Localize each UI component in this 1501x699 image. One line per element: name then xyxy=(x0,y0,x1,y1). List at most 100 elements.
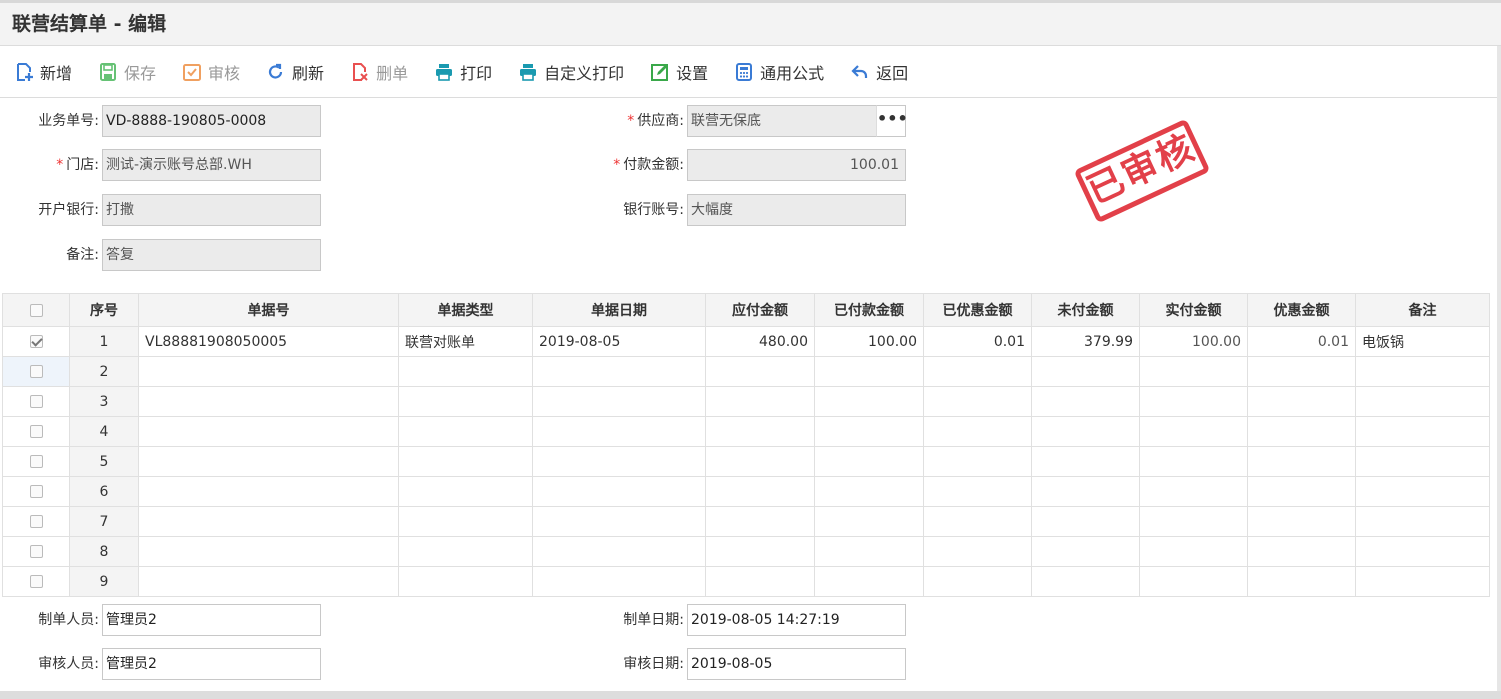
empty-cell[interactable] xyxy=(138,446,399,477)
empty-cell[interactable] xyxy=(814,476,924,507)
empty-cell[interactable] xyxy=(1139,476,1248,507)
empty-cell[interactable] xyxy=(1355,356,1490,387)
audit-button[interactable]: 审核 xyxy=(182,60,240,84)
empty-cell[interactable] xyxy=(1031,566,1140,597)
cell-actual[interactable]: 100.00 xyxy=(1139,326,1248,357)
table-row[interactable]: 5 xyxy=(2,446,1490,477)
formula-button[interactable]: 通用公式 xyxy=(734,60,824,84)
row-checkbox[interactable] xyxy=(2,446,70,477)
empty-cell[interactable] xyxy=(1247,386,1356,417)
cell-remark[interactable]: 电饭锅 xyxy=(1355,326,1490,357)
empty-cell[interactable] xyxy=(1355,536,1490,567)
empty-cell[interactable] xyxy=(705,446,815,477)
maker-field[interactable]: 管理员2 xyxy=(102,604,321,636)
empty-cell[interactable] xyxy=(398,476,533,507)
empty-cell[interactable] xyxy=(138,476,399,507)
empty-cell[interactable] xyxy=(532,476,706,507)
empty-cell[interactable] xyxy=(705,536,815,567)
row-checkbox[interactable] xyxy=(2,536,70,567)
table-row[interactable]: 4 xyxy=(2,416,1490,447)
cell-doc-no[interactable]: VL88881908050005 xyxy=(138,326,399,357)
table-row[interactable]: 3 xyxy=(2,386,1490,417)
bill-no-field[interactable]: VD-8888-190805-0008 xyxy=(102,105,321,137)
empty-cell[interactable] xyxy=(923,356,1032,387)
empty-cell[interactable] xyxy=(705,476,815,507)
empty-cell[interactable] xyxy=(1031,476,1140,507)
empty-cell[interactable] xyxy=(138,386,399,417)
empty-cell[interactable] xyxy=(923,386,1032,417)
empty-cell[interactable] xyxy=(1355,386,1490,417)
empty-cell[interactable] xyxy=(923,566,1032,597)
empty-cell[interactable] xyxy=(138,506,399,537)
bank-field[interactable]: 打撒 xyxy=(102,194,321,226)
empty-cell[interactable] xyxy=(1247,476,1356,507)
empty-cell[interactable] xyxy=(1247,506,1356,537)
empty-cell[interactable] xyxy=(532,416,706,447)
empty-cell[interactable] xyxy=(1355,446,1490,477)
empty-cell[interactable] xyxy=(814,356,924,387)
empty-cell[interactable] xyxy=(1031,536,1140,567)
empty-cell[interactable] xyxy=(398,566,533,597)
add-button[interactable]: 新增 xyxy=(14,60,72,84)
auditor-field[interactable]: 管理员2 xyxy=(102,648,321,680)
empty-cell[interactable] xyxy=(138,356,399,387)
table-row[interactable]: 2 xyxy=(2,356,1490,387)
supplier-more-button[interactable]: ••• xyxy=(876,105,908,137)
row-checkbox[interactable] xyxy=(2,356,70,387)
empty-cell[interactable] xyxy=(1247,566,1356,597)
empty-cell[interactable] xyxy=(1355,476,1490,507)
empty-cell[interactable] xyxy=(1355,416,1490,447)
cell-discounted[interactable]: 0.01 xyxy=(923,326,1032,357)
empty-cell[interactable] xyxy=(923,446,1032,477)
empty-cell[interactable] xyxy=(1139,386,1248,417)
empty-cell[interactable] xyxy=(1031,416,1140,447)
table-row[interactable]: 1 VL88881908050005 联营对账单 2019-08-05 480.… xyxy=(2,326,1490,357)
empty-cell[interactable] xyxy=(1247,416,1356,447)
row-checkbox[interactable] xyxy=(2,326,70,357)
table-row[interactable]: 6 xyxy=(2,476,1490,507)
empty-cell[interactable] xyxy=(398,416,533,447)
settings-button[interactable]: 设置 xyxy=(650,60,708,84)
empty-cell[interactable] xyxy=(923,506,1032,537)
empty-cell[interactable] xyxy=(138,566,399,597)
empty-cell[interactable] xyxy=(705,566,815,597)
empty-cell[interactable] xyxy=(1355,506,1490,537)
empty-cell[interactable] xyxy=(814,506,924,537)
select-all-checkbox[interactable] xyxy=(2,293,70,327)
empty-cell[interactable] xyxy=(814,386,924,417)
row-checkbox[interactable] xyxy=(2,566,70,597)
empty-cell[interactable] xyxy=(1139,506,1248,537)
table-row[interactable]: 7 xyxy=(2,506,1490,537)
empty-cell[interactable] xyxy=(1139,356,1248,387)
cell-unpaid[interactable]: 379.99 xyxy=(1031,326,1140,357)
row-checkbox[interactable] xyxy=(2,476,70,507)
empty-cell[interactable] xyxy=(705,386,815,417)
empty-cell[interactable] xyxy=(398,356,533,387)
empty-cell[interactable] xyxy=(532,566,706,597)
empty-cell[interactable] xyxy=(398,506,533,537)
print-button[interactable]: 打印 xyxy=(434,60,492,84)
cell-paid[interactable]: 100.00 xyxy=(814,326,924,357)
empty-cell[interactable] xyxy=(398,536,533,567)
audit-date-field[interactable]: 2019-08-05 xyxy=(687,648,906,680)
table-row[interactable]: 9 xyxy=(2,566,1490,597)
empty-cell[interactable] xyxy=(1355,566,1490,597)
empty-cell[interactable] xyxy=(1031,356,1140,387)
empty-cell[interactable] xyxy=(532,536,706,567)
empty-cell[interactable] xyxy=(705,356,815,387)
back-button[interactable]: 返回 xyxy=(850,60,908,84)
custom-print-button[interactable]: 自定义打印 xyxy=(518,60,624,84)
empty-cell[interactable] xyxy=(1139,566,1248,597)
empty-cell[interactable] xyxy=(532,356,706,387)
empty-cell[interactable] xyxy=(532,386,706,417)
empty-cell[interactable] xyxy=(1031,386,1140,417)
empty-cell[interactable] xyxy=(138,536,399,567)
empty-cell[interactable] xyxy=(923,536,1032,567)
empty-cell[interactable] xyxy=(398,386,533,417)
save-button[interactable]: 保存 xyxy=(98,60,156,84)
cell-discount[interactable]: 0.01 xyxy=(1247,326,1356,357)
empty-cell[interactable] xyxy=(1247,536,1356,567)
row-checkbox[interactable] xyxy=(2,386,70,417)
refresh-button[interactable]: 刷新 xyxy=(266,60,324,84)
empty-cell[interactable] xyxy=(705,416,815,447)
